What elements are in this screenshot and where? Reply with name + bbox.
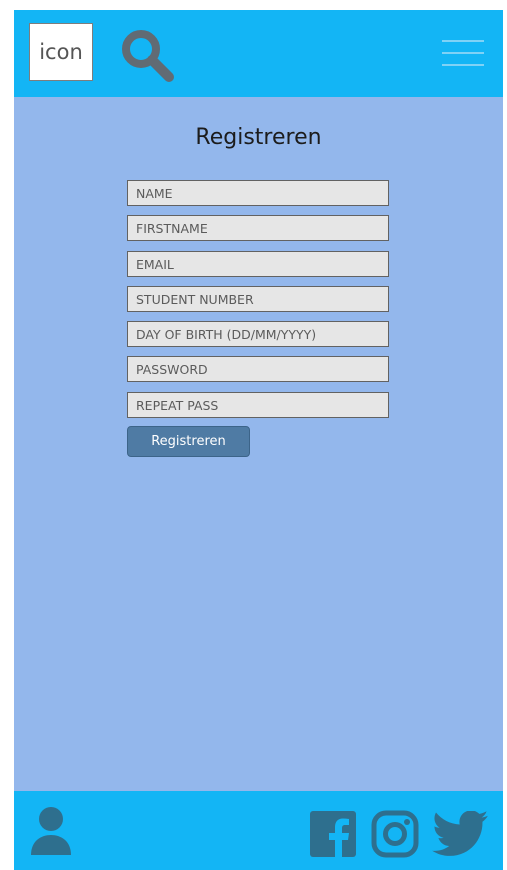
page-title: Registreren bbox=[195, 125, 322, 150]
register-button[interactable]: Registreren bbox=[127, 426, 250, 457]
app-frame: icon Registreren Registreren bbox=[14, 10, 503, 870]
search-icon[interactable] bbox=[119, 27, 175, 83]
firstname-field[interactable] bbox=[127, 215, 389, 241]
user-icon[interactable] bbox=[27, 805, 75, 857]
twitter-icon[interactable] bbox=[432, 811, 488, 857]
email-field[interactable] bbox=[127, 251, 389, 277]
student-number-field[interactable] bbox=[127, 286, 389, 312]
name-field[interactable] bbox=[127, 180, 389, 206]
logo-text: icon bbox=[39, 40, 83, 64]
day-of-birth-field[interactable] bbox=[127, 321, 389, 347]
facebook-icon[interactable] bbox=[309, 810, 357, 858]
password-field[interactable] bbox=[127, 356, 389, 382]
hamburger-menu-icon[interactable] bbox=[442, 40, 484, 68]
logo-placeholder[interactable]: icon bbox=[29, 23, 93, 81]
top-bar: icon bbox=[14, 10, 503, 97]
instagram-icon[interactable] bbox=[371, 810, 419, 858]
repeat-password-field[interactable] bbox=[127, 392, 389, 418]
footer-bar bbox=[14, 791, 503, 870]
